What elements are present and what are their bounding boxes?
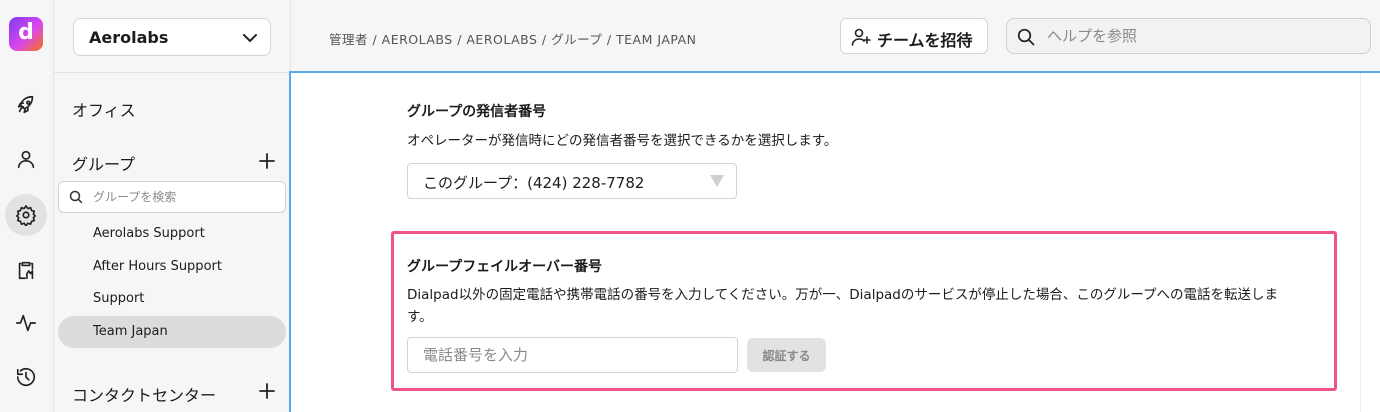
group-item-team-japan[interactable]: Team Japan	[58, 316, 286, 348]
main-content: グループの発信者番号 オペレーターが発信時にどの発信者番号を選択できるかを選択し…	[289, 71, 1380, 412]
breadcrumb[interactable]: 管理者 / AEROLABS / AEROLABS / グループ / TEAM …	[329, 29, 697, 48]
search-icon	[1017, 28, 1035, 46]
activity-icon[interactable]	[5, 302, 47, 344]
rocket-icon[interactable]	[5, 84, 47, 126]
group-search-input[interactable]	[93, 187, 278, 207]
person-icon[interactable]	[5, 138, 47, 180]
icon-rail: d	[0, 0, 54, 412]
group-search[interactable]	[58, 181, 286, 213]
invite-team-label: チームを招待	[877, 31, 973, 50]
add-group-icon[interactable]	[258, 152, 276, 170]
invite-team-button[interactable]: チームを招待	[840, 18, 988, 54]
settings-sidebar: Aerolabs オフィス グループ Aerolabs Support Afte…	[54, 0, 291, 412]
caller-id-value: このグループ：(424) 228-7782	[423, 174, 645, 192]
divider	[54, 72, 291, 73]
add-user-icon	[851, 28, 871, 46]
groups-heading[interactable]: グループ	[72, 151, 135, 175]
phone-number-input[interactable]	[407, 337, 738, 373]
caret-down-icon	[710, 175, 724, 187]
scroll-track[interactable]	[1360, 73, 1380, 412]
top-bar: 管理者 / AEROLABS / AEROLABS / グループ / TEAM …	[291, 0, 1380, 72]
failover-description-cont: す。	[407, 309, 433, 325]
contact-center-heading[interactable]: コンタクトセンター	[72, 382, 216, 406]
group-item-aerolabs-support[interactable]: Aerolabs Support	[58, 218, 286, 250]
chevron-down-icon	[243, 34, 257, 43]
verify-button[interactable]: 認証する	[747, 338, 826, 372]
caller-id-title: グループの発信者番号	[407, 104, 547, 120]
dialpad-logo[interactable]: d	[9, 17, 43, 51]
group-item-support[interactable]: Support	[58, 283, 286, 315]
org-name: Aerolabs	[89, 28, 169, 47]
failover-title: グループフェイルオーバー番号	[407, 259, 603, 275]
help-search-input[interactable]	[1047, 26, 1357, 46]
document-hand-icon[interactable]	[5, 249, 47, 291]
sidebar-item-office[interactable]: オフィス	[72, 97, 136, 121]
add-contact-center-icon[interactable]	[258, 382, 276, 400]
group-item-after-hours-support[interactable]: After Hours Support	[58, 251, 286, 283]
org-select[interactable]: Aerolabs	[73, 18, 271, 56]
gear-icon[interactable]	[5, 194, 47, 236]
caller-id-select[interactable]: このグループ：(424) 228-7782	[407, 163, 737, 199]
failover-description: Dialpad以外の固定電話や携帯電話の番号を入力してください。万が一、Dial…	[407, 287, 1279, 303]
search-icon	[69, 190, 83, 204]
caller-id-description: オペレーターが発信時にどの発信者番号を選択できるかを選択します。	[407, 133, 838, 149]
help-search[interactable]	[1006, 18, 1371, 54]
history-icon[interactable]	[5, 356, 47, 398]
